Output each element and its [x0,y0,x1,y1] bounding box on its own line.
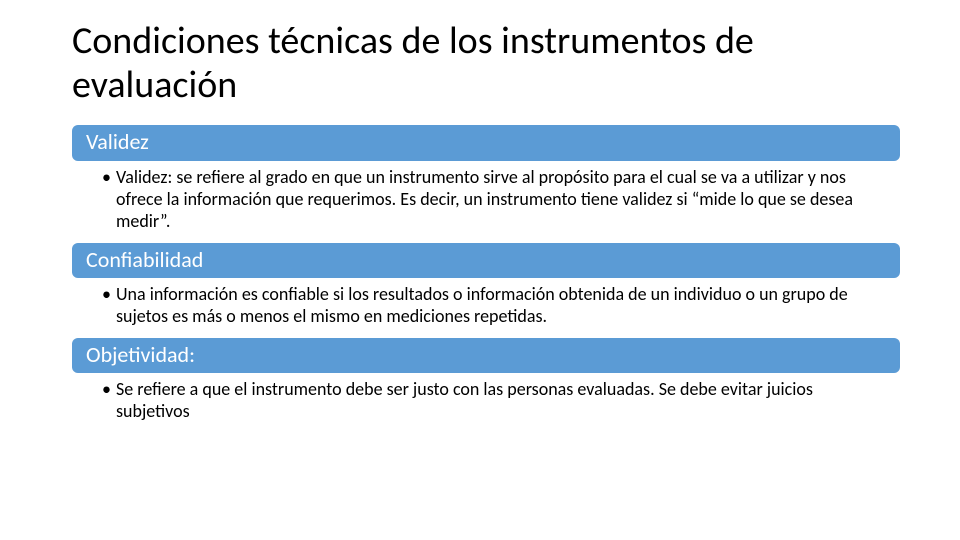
bullet-text: Se refiere a que el instrumento debe ser… [116,379,884,423]
section-confiabilidad: Confiabilidad • Una información es confi… [72,243,900,338]
list-item: • Una información es confiable si los re… [102,284,884,328]
list-item: • Se refiere a que el instrumento debe s… [102,379,884,423]
bullet-icon: • [102,284,116,328]
section-body: • Una información es confiable si los re… [72,278,900,338]
slide: Condiciones técnicas de los instrumentos… [0,0,960,540]
bullet-text: Una información es confiable si los resu… [116,284,884,328]
section-validez: Validez • Validez: se refiere al grado e… [72,125,900,242]
bullet-icon: • [102,379,116,423]
list-item: • Validez: se refiere al grado en que un… [102,167,884,233]
section-body: • Se refiere a que el instrumento debe s… [72,373,900,433]
section-objetividad: Objetividad: • Se refiere a que el instr… [72,338,900,433]
section-body: • Validez: se refiere al grado en que un… [72,161,900,243]
bullet-text: Validez: se refiere al grado en que un i… [116,167,884,233]
section-header: Objetividad: [72,338,900,373]
page-title: Condiciones técnicas de los instrumentos… [72,20,900,107]
section-header: Confiabilidad [72,243,900,278]
section-header: Validez [72,125,900,160]
bullet-icon: • [102,167,116,233]
